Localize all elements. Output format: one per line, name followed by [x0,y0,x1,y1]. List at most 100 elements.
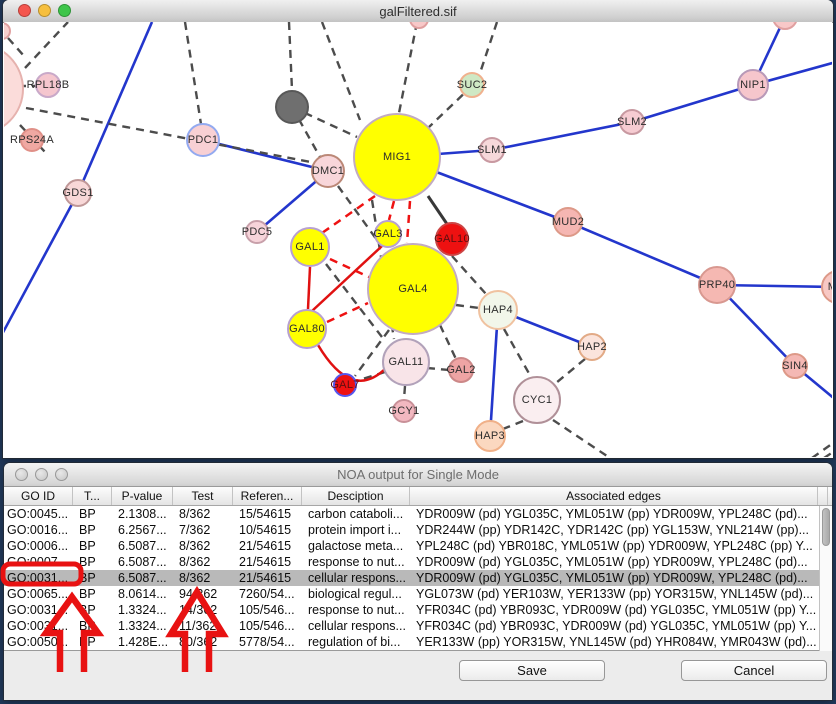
graph-canvas[interactable]: RPL18B RPS24A GDS1 PDC1 DMC1MIG1 SUC2 SLM1 SLM2… [4,22,832,457]
table-titlebar[interactable]: NOA output for Single Mode [4,463,832,487]
graph-edge[interactable] [25,22,68,68]
table-cell: 21/54615 [233,538,302,554]
node-label: GCY1 [388,405,419,417]
table-row[interactable]: GO:0006...BP6.5087...8/36221/54615galact… [4,538,832,554]
graph-node-PDC5[interactable]: PDC5 [245,220,269,244]
node-label: GDS1 [62,187,93,199]
table-row[interactable]: GO:0031...BP1.3324...11/362105/546...cel… [4,618,832,634]
column-header[interactable]: GO ID [4,487,73,505]
column-header[interactable]: Associated edges [410,487,818,505]
graph-node-SIN4[interactable]: SIN4 [782,353,808,379]
column-header[interactable]: Test [173,487,233,505]
table-cell: 5778/54... [233,634,302,650]
graph-node-PRP40[interactable]: PRP40 [698,266,736,304]
graph-edge[interactable] [440,325,456,359]
graph-node-RPL18B[interactable]: RPL18B [35,72,61,98]
graph-node-GAL11[interactable]: GAL11 [382,338,430,386]
graph-edge[interactable] [492,122,632,150]
graph-edge[interactable] [8,38,24,56]
graph-node-PDC1[interactable]: PDC1 [186,123,220,157]
graph-edge[interactable] [553,420,610,457]
graph-node-HAP4[interactable]: HAP4 [478,290,518,330]
graph-node-GDS1[interactable]: GDS1 [64,179,92,207]
column-header[interactable]: Referen... [233,487,302,505]
graph-node-SUC2[interactable]: SUC2 [459,72,485,98]
graph-edge[interactable] [503,421,523,429]
graph-edge[interactable] [456,305,479,308]
table-cell: 105/546... [233,602,302,618]
table-cell: 8/362 [173,506,233,522]
graph-edge[interactable] [185,22,201,124]
table-cell: 2.1308... [112,506,173,522]
graph-edge[interactable] [322,22,360,120]
close-button-icon[interactable] [18,4,31,17]
column-header[interactable]: Desciption [302,487,410,505]
graph-node-SLM2[interactable]: SLM2 [619,109,645,135]
column-header[interactable] [818,487,828,505]
graph-node-GAL4[interactable]: GAL4 [367,243,459,335]
table-row[interactable]: GO:0050...BP1.428E...80/3625778/54...reg… [4,634,832,650]
graph-node-NIP1[interactable]: NIP1 [737,69,769,101]
graph-titlebar[interactable]: galFiltered.sif [3,0,833,23]
node-label: CYC1 [522,394,553,406]
graph-node-MUD2[interactable]: MUD2 [553,207,583,237]
zoom-button-icon[interactable] [55,468,68,481]
graph-node-HAP3[interactable]: HAP3 [474,420,506,452]
graph-node-GCY1[interactable]: GCY1 [392,399,416,423]
graph-edge[interactable] [632,85,753,122]
table-cell: YDR009W (pd) YGL035C, YML051W (pp) YDR00… [410,570,818,586]
graph-node-GAL1[interactable]: GAL1 [290,227,330,267]
node-label: SUC2 [457,79,488,91]
graph-edge[interactable] [407,201,410,243]
column-header[interactable]: P-value [112,487,173,505]
graph-edge[interactable] [824,450,832,457]
graph-edge[interactable] [78,22,152,193]
graph-edge[interactable] [4,193,78,338]
graph-edge[interactable] [26,108,316,163]
column-header[interactable]: T... [73,487,112,505]
graph-node-HAP2[interactable]: HAP2 [578,333,606,361]
graph-node-GAL3[interactable]: GAL3 [374,220,402,248]
node-label: GAL4 [398,283,427,295]
table-row[interactable]: GO:0016...BP6.2567...7/36210/54615protei… [4,522,832,538]
graph-node-GAL80[interactable]: GAL80 [287,309,327,349]
graph-node-GAL7[interactable]: GAL7 [333,373,357,397]
graph-edge[interactable] [389,201,394,220]
table-cell: YDR009W (pd) YGL035C, YML051W (pp) YDR00… [410,554,818,570]
graph-edge[interactable] [556,359,585,383]
minimize-button-icon[interactable] [38,4,51,17]
graph-node-unlabeled[interactable] [275,90,309,124]
graph-edge[interactable] [308,267,310,309]
save-button[interactable]: Save [459,660,605,681]
table-cell: cellular respons... [302,618,410,634]
graph-node-CYC1[interactable]: CYC1 [513,376,561,424]
graph-node-RPS24A[interactable]: RPS24A [20,128,44,152]
graph-edge[interactable] [428,196,447,224]
minimize-button-icon[interactable] [35,468,48,481]
graph-edge[interactable] [289,22,292,90]
graph-edge[interactable] [330,259,369,277]
cancel-button[interactable]: Cancel [681,660,827,681]
zoom-button-icon[interactable] [58,4,71,17]
node-label: GAL3 [373,228,402,240]
table-scrollbar[interactable] [819,506,832,651]
scrollbar-thumb[interactable] [822,508,830,546]
table-cell: 8/362 [173,570,233,586]
table-row[interactable]: GO:0031...BP1.3324...14/362105/546...res… [4,602,832,618]
graph-node-DMC1[interactable]: DMC1 [311,154,345,188]
graph-node-MIG1[interactable]: MIG1 [353,113,441,201]
graph-edge[interactable] [404,386,405,399]
table-row[interactable]: GO:0065...BP8.0614...94/3627260/54...bio… [4,586,832,602]
table-cell: 1.3324... [112,602,173,618]
graph-edge[interactable] [568,222,717,285]
graph-edge[interactable] [399,22,417,113]
table-row[interactable]: GO:0031...BP6.5087...8/36221/54615cellul… [4,570,832,586]
table-cell: YER133W (pp) YOR315W, YNL145W (pd) YHR08… [410,634,818,650]
close-button-icon[interactable] [15,468,28,481]
table-cell: biological regul... [302,586,410,602]
graph-node-SLM1[interactable]: SLM1 [479,137,505,163]
graph-node-GAL2[interactable]: GAL2 [448,357,474,383]
table-row[interactable]: GO:0045...BP2.1308...8/36215/54615carbon… [4,506,832,522]
table-row[interactable]: GO:0007...BP6.5087...8/36221/54615respon… [4,554,832,570]
graph-edge[interactable] [504,329,531,377]
